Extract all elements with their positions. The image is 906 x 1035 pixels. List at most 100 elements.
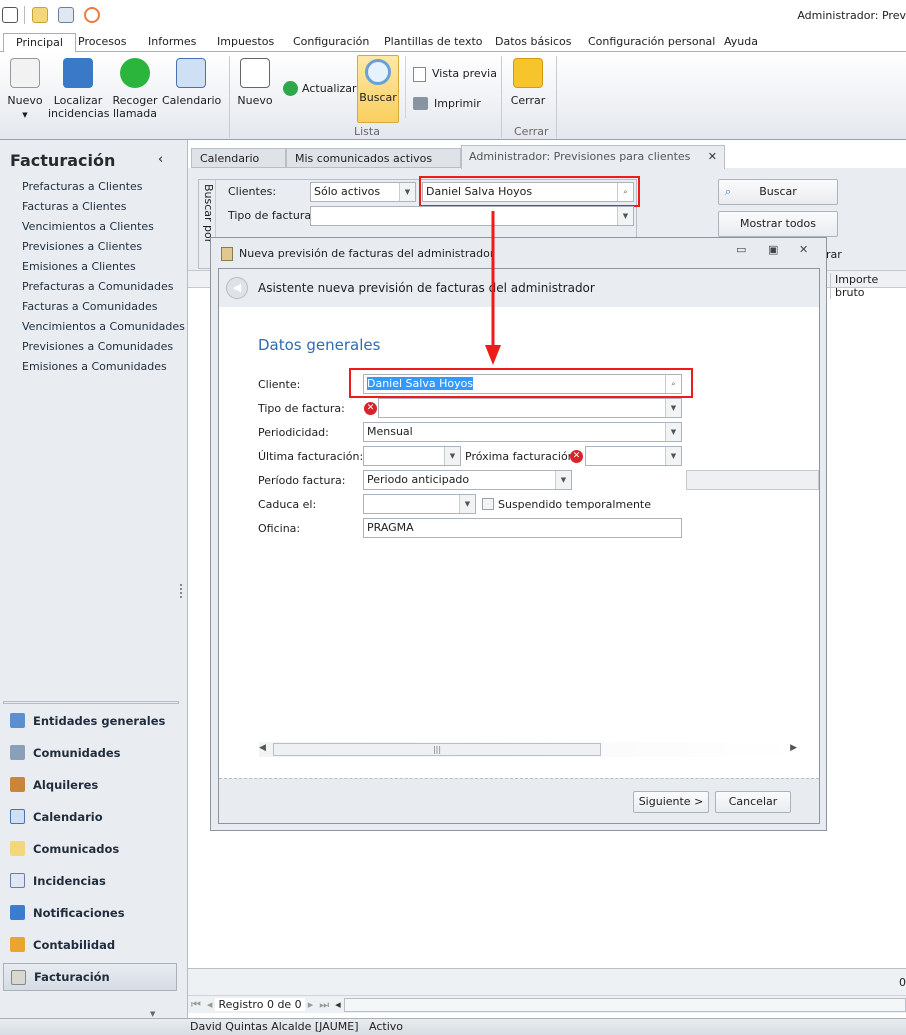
sidebar-item[interactable]: Previsiones a Comunidades <box>22 340 173 353</box>
periodo-factura-select[interactable]: Periodo anticipado ▼ <box>363 470 572 490</box>
sidebar-item[interactable]: Facturas a Comunidades <box>22 300 157 313</box>
broadcast-icon[interactable] <box>84 7 100 23</box>
ultima-facturacion-date[interactable]: ▼ <box>363 446 461 466</box>
tab-informes[interactable]: Informes <box>136 33 208 53</box>
sidebar-item[interactable]: Previsiones a Clientes <box>22 240 142 253</box>
group-label-cerrar: Cerrar <box>514 125 549 138</box>
buscar-button[interactable]: Buscar <box>357 55 399 123</box>
sidebar-item[interactable]: Vencimientos a Clientes <box>22 220 154 233</box>
overflow-chevron-icon[interactable]: ▼ <box>150 1010 155 1018</box>
nuevo-button[interactable]: Nuevo ▼ <box>6 58 44 122</box>
nav-splitter[interactable] <box>3 701 179 704</box>
sidebar-item[interactable]: Vencimientos a Comunidades <box>22 320 185 333</box>
scroll-right-icon[interactable]: ▶ <box>790 743 797 753</box>
proxima-facturacion-date[interactable]: ▼ <box>585 446 682 466</box>
tipo-factura-select[interactable]: ▼ <box>378 398 682 418</box>
tab-principal[interactable]: Principal <box>3 33 76 53</box>
tipo-factura-select[interactable]: ▼ <box>310 206 634 226</box>
imprimir-button[interactable]: Imprimir <box>413 97 481 110</box>
label: Buscar <box>359 91 397 104</box>
chevron-down-icon: ▼ <box>617 207 633 225</box>
column-importe-bruto[interactable]: Importe bruto <box>830 273 906 299</box>
maximize-icon[interactable]: ▣ <box>768 243 778 256</box>
cliente-label: Cliente: <box>258 378 301 391</box>
refresh-icon <box>283 81 298 96</box>
mail-icon[interactable] <box>32 7 48 23</box>
splitter-handle[interactable] <box>180 584 183 598</box>
suspendido-checkbox[interactable] <box>482 498 494 510</box>
cerrar-button[interactable]: Cerrar <box>508 58 548 107</box>
tab-impuestos[interactable]: Impuestos <box>205 33 286 53</box>
minimize-icon[interactable]: ▭ <box>736 243 746 256</box>
scroll-left-icon[interactable]: ◀ <box>259 743 266 753</box>
clientes-filter-select[interactable]: Sólo activos ▼ <box>310 182 416 202</box>
app-icon[interactable] <box>2 7 18 23</box>
cancelar-button[interactable]: Cancelar <box>715 791 791 813</box>
sidebar-item[interactable]: Prefacturas a Clientes <box>22 180 143 193</box>
siguiente-button[interactable]: Siguiente > <box>633 791 709 813</box>
actualizar-button[interactable]: Actualizar <box>283 81 357 96</box>
tab-ayuda[interactable]: Ayuda <box>712 33 770 53</box>
scroll-thumb[interactable]: ||| <box>273 743 601 756</box>
grid-icon <box>10 713 25 728</box>
sidebar-item[interactable]: Facturas a Clientes <box>22 200 126 213</box>
mostrar-todos-button[interactable]: Mostrar todos <box>718 211 838 237</box>
value: Sólo activos <box>314 185 381 198</box>
sidebar-item[interactable]: Emisiones a Clientes <box>22 260 136 273</box>
sidebar-item[interactable]: Emisiones a Comunidades <box>22 360 167 373</box>
buscar-search-button[interactable]: ⌕ Buscar <box>718 179 838 205</box>
label: Calendario <box>162 94 222 107</box>
nav-contabilidad[interactable]: Contabilidad <box>10 937 115 952</box>
status-bar: David Quintas Alcalde [JAUME] Activo <box>0 1018 906 1035</box>
calendar-icon <box>10 809 25 824</box>
nav-notificaciones[interactable]: Notificaciones <box>10 905 125 920</box>
tab-procesos[interactable]: Procesos <box>66 33 138 53</box>
nuevo-list-button[interactable]: Nuevo <box>236 58 274 107</box>
nav-facturacion[interactable]: Facturación <box>3 963 177 991</box>
dialog-horizontal-scrollbar[interactable]: ◀ ||| ▶ <box>259 742 797 757</box>
next-record-icon[interactable]: ▸ <box>305 998 317 1011</box>
doc-tab-comunicados[interactable]: Mis comunicados activos <box>286 148 461 168</box>
nav-comunicados[interactable]: Comunicados <box>10 841 119 856</box>
caduca-date[interactable]: ▼ <box>363 494 476 514</box>
nav-calendario[interactable]: Calendario <box>10 809 103 824</box>
doc-tab-calendario[interactable]: Calendario <box>191 148 286 168</box>
clipboard-check-icon <box>10 873 25 888</box>
ledger-icon <box>10 937 25 952</box>
annotation-arrow <box>485 211 501 365</box>
collapse-icon[interactable]: ‹ <box>158 152 163 167</box>
close-icon[interactable]: ✕ <box>799 243 808 256</box>
nav-entidades-generales[interactable]: Entidades generales <box>10 713 165 728</box>
tab-configuracion[interactable]: Configuración <box>281 33 381 53</box>
ribbon: Nuevo ▼ Localizar incidencias Recoger llama… <box>0 52 906 140</box>
nav-incidencias[interactable]: Incidencias <box>10 873 106 888</box>
error-icon: ✕ <box>364 402 377 415</box>
scroll-left-icon[interactable]: ◂ <box>332 998 344 1011</box>
first-record-icon[interactable]: ⏮ <box>188 998 204 1012</box>
sidebar-item[interactable]: Prefacturas a Comunidades <box>22 280 174 293</box>
close-icon[interactable]: ✕ <box>708 146 717 168</box>
tab-datos-basicos[interactable]: Datos básicos <box>483 33 584 53</box>
tab-plantillas[interactable]: Plantillas de texto <box>372 33 495 53</box>
nav-alquileres[interactable]: Alquileres <box>10 777 98 792</box>
doc-tab-previsiones[interactable]: Administrador: Previsiones para clientes… <box>461 145 725 169</box>
label: Calendario <box>33 809 103 824</box>
horizontal-scrollbar[interactable] <box>343 997 906 1012</box>
recoger-llamada-button[interactable]: Recoger llamada <box>110 58 160 120</box>
value: Mensual <box>367 425 413 438</box>
vista-previa-button[interactable]: Vista previa <box>413 67 497 82</box>
new-document-icon <box>10 58 40 88</box>
tab-configuracion-personal[interactable]: Configuración personal <box>576 33 727 53</box>
prev-record-icon[interactable]: ◂ <box>204 998 216 1011</box>
last-record-icon[interactable]: ⏭ <box>316 998 332 1012</box>
localizar-incidencias-button[interactable]: Localizar incidencias <box>48 58 109 120</box>
wizard-body: ◀ Asistente nueva previsión de facturas … <box>218 268 820 824</box>
oficina-input[interactable]: PRAGMA <box>363 518 682 538</box>
clipboard-check-icon[interactable] <box>58 7 74 23</box>
nav-comunidades[interactable]: Comunidades <box>10 745 121 760</box>
calendario-button[interactable]: Calendario <box>162 58 222 107</box>
periodicidad-select[interactable]: Mensual ▼ <box>363 422 682 442</box>
label: Incidencias <box>33 873 106 888</box>
back-icon[interactable]: ◀ <box>226 277 248 299</box>
grid-footer: 0 <box>188 968 906 995</box>
